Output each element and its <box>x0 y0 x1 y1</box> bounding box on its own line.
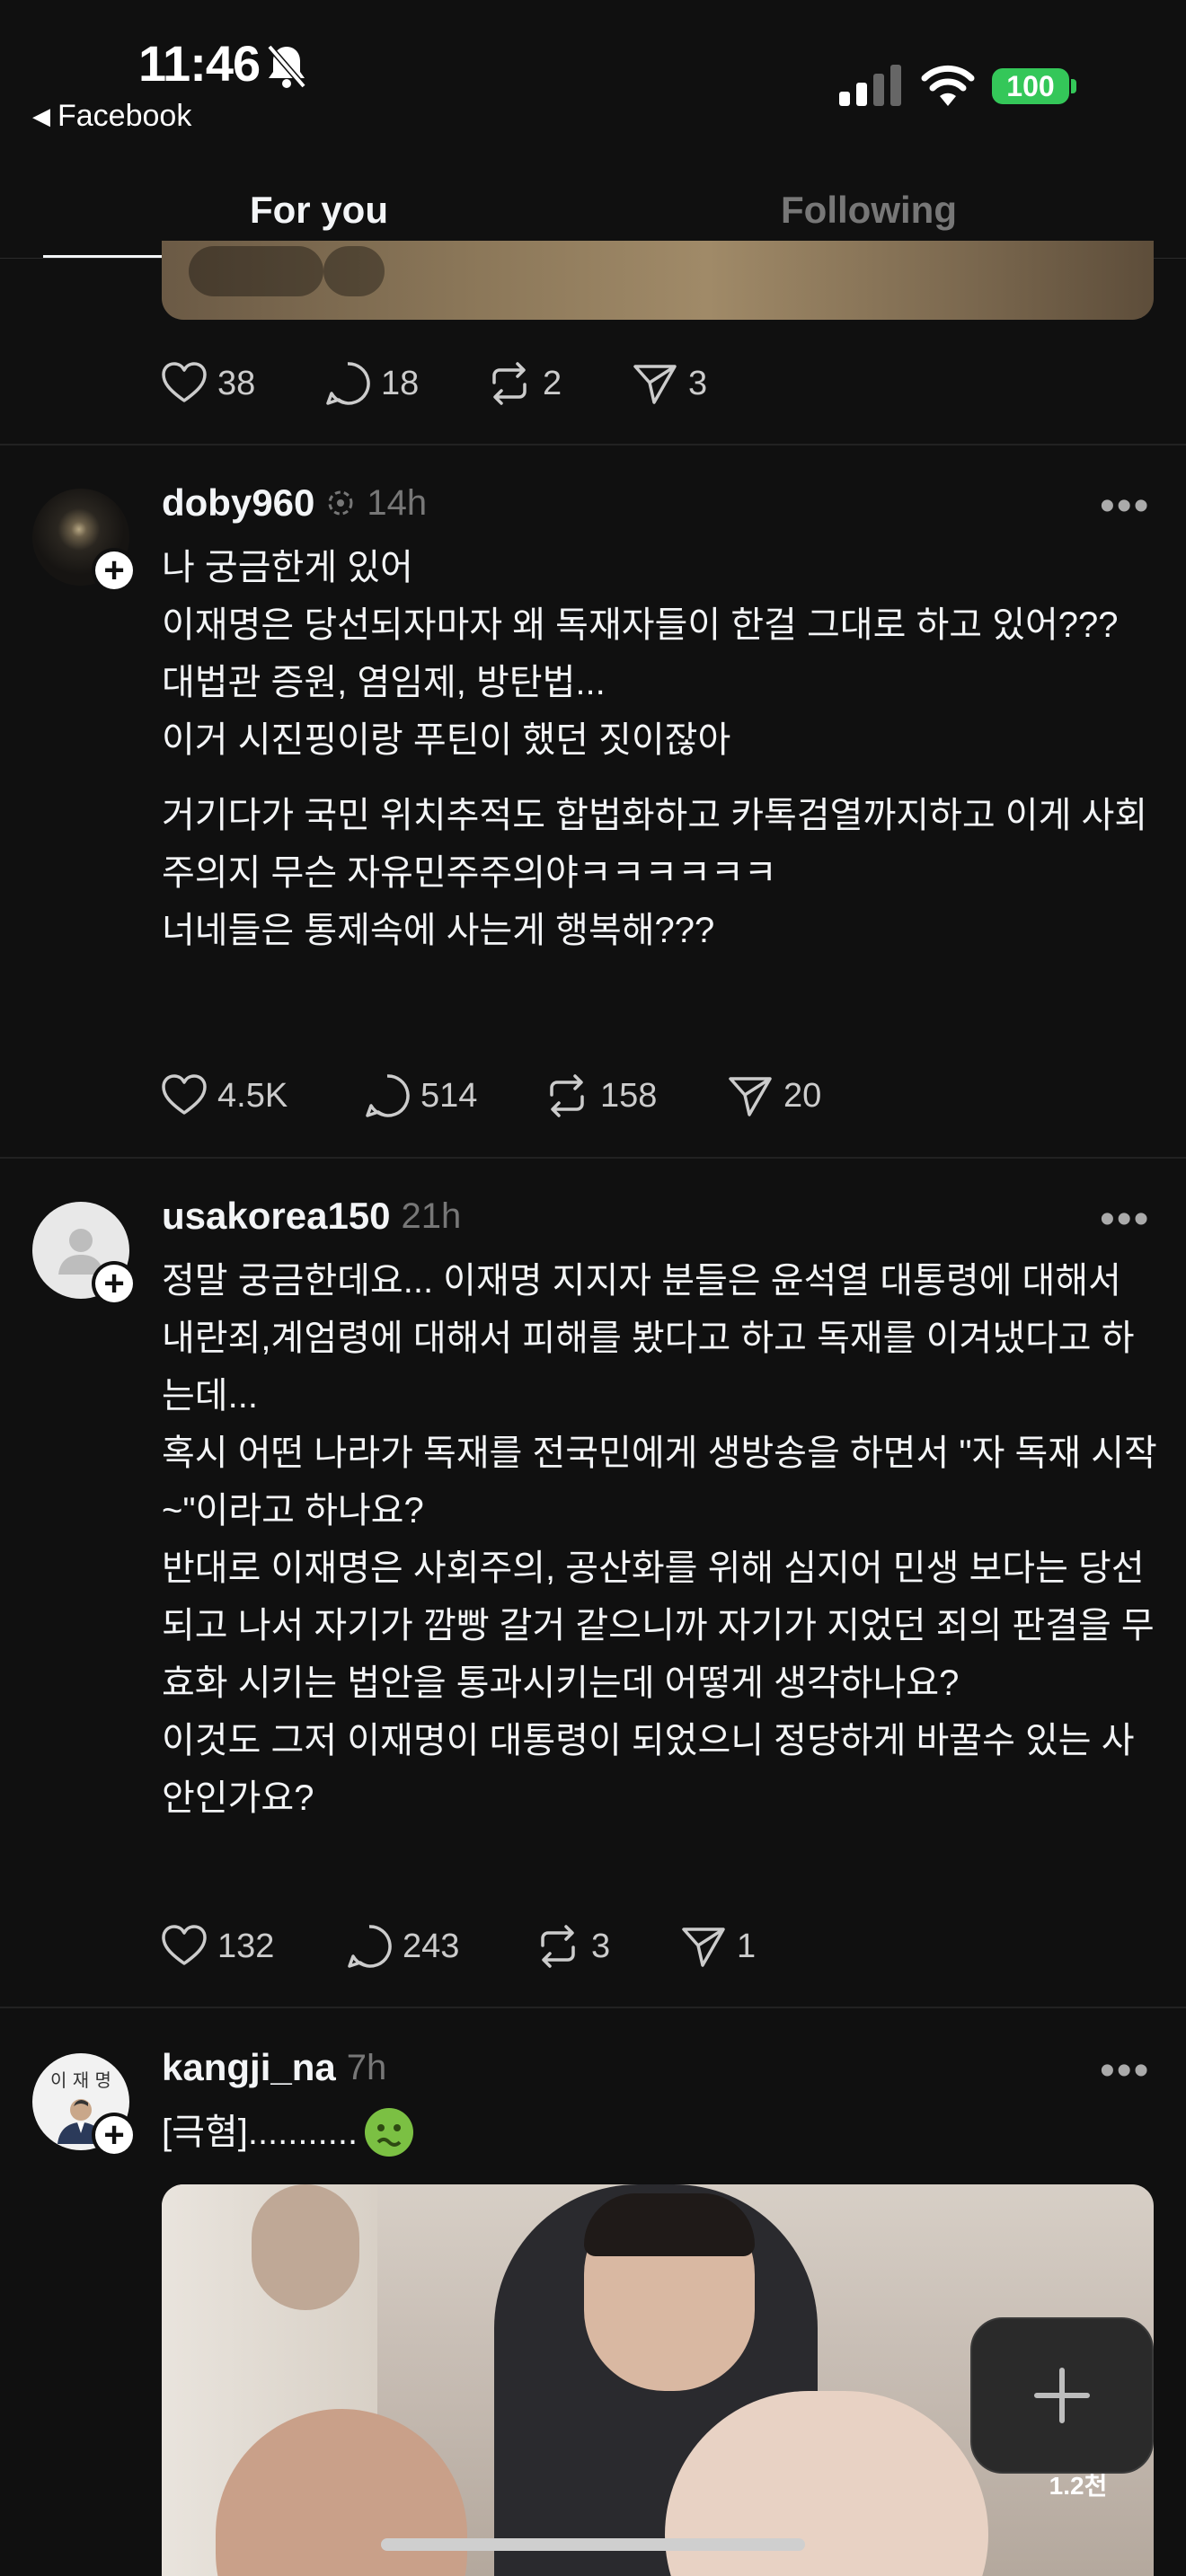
plus-icon <box>1034 2368 1090 2423</box>
plus-icon: + <box>95 2116 133 2154</box>
wifi-icon <box>921 65 975 106</box>
like-button[interactable]: 132 <box>160 1922 345 1971</box>
cellular-signal-icon <box>839 65 901 106</box>
repost-button[interactable]: 3 <box>534 1922 679 1971</box>
repost-icon <box>541 1925 575 1968</box>
send-icon <box>633 365 677 404</box>
post-line: 이것도 그저 이재명이 대통령이 되었으니 정당하게 바꿀수 있는 사안인가요? <box>162 1721 1135 1818</box>
tab-for-you[interactable]: For you <box>45 189 593 232</box>
more-options-button[interactable]: ••• <box>1100 2046 1150 2095</box>
post-divider <box>0 444 1186 446</box>
repost-icon <box>492 362 527 405</box>
comment-icon <box>348 1925 392 1968</box>
post-header: usakorea150 21h <box>162 1195 461 1238</box>
post-username[interactable]: kangji_na <box>162 2046 336 2089</box>
follow-button[interactable]: + <box>92 1261 137 1306</box>
post-text: 정말 궁금한데요... 이재명 지지자 분들은 윤석열 대통령에 대해서 내란죄… <box>162 1252 1159 1827</box>
post-line: 너네들은 통제속에 사는게 행복해??? <box>162 911 715 950</box>
post-line: 대법관 증원, 염임제, 방탄법... <box>162 663 606 702</box>
home-indicator <box>381 2538 805 2551</box>
post-header: kangji_na 7h <box>162 2046 386 2089</box>
follow-button[interactable]: + <box>92 548 137 593</box>
repost-count: 3 <box>591 1927 611 1965</box>
like-button[interactable]: 4.5K <box>160 1072 363 1120</box>
post-username[interactable]: doby960 <box>162 481 314 525</box>
repost-button[interactable]: 158 <box>543 1072 726 1120</box>
like-count: 132 <box>217 1927 275 1965</box>
post-time: 7h <box>346 2047 387 2087</box>
reply-button[interactable]: 514 <box>363 1072 543 1120</box>
send-icon <box>682 1928 725 1967</box>
reply-count: 18 <box>381 364 420 402</box>
post-username[interactable]: usakorea150 <box>162 1195 391 1238</box>
post-text: [극혐]........... 🤢 <box>162 2104 1159 2161</box>
comment-icon <box>326 362 370 405</box>
heart-icon <box>162 1074 207 1115</box>
share-button[interactable]: 3 <box>631 359 707 408</box>
post-header: doby960 14h <box>162 481 427 525</box>
reply-button[interactable]: 18 <box>323 359 485 408</box>
more-options-button[interactable]: ••• <box>1100 481 1150 531</box>
share-count: 1 <box>737 1927 757 1965</box>
post-line: 이거 시진핑이랑 푸틴이 했던 짓이잖아 <box>162 720 731 760</box>
post-time: 21h <box>401 1195 462 1236</box>
like-count: 38 <box>217 364 256 402</box>
repost-count: 158 <box>600 1076 658 1115</box>
post-time: 14h <box>367 482 428 523</box>
post-text: 나 궁금한게 있어 이재명은 당선되자마자 왜 독재자들이 한걸 그대로 하고 … <box>162 539 1159 959</box>
plus-icon: + <box>95 1265 133 1302</box>
reply-count: 243 <box>403 1927 460 1965</box>
new-post-button[interactable] <box>970 2317 1154 2474</box>
repost-count: 2 <box>543 364 562 402</box>
post-actions: 4.5K 514 158 20 <box>160 1072 821 1120</box>
like-count: 4.5K <box>217 1076 288 1115</box>
plus-icon: + <box>95 551 133 589</box>
comment-icon <box>366 1074 410 1117</box>
status-time: 11:46 <box>138 35 261 92</box>
battery-tip <box>1071 79 1076 93</box>
post-divider <box>0 2007 1186 2008</box>
share-count: 20 <box>783 1076 822 1115</box>
previous-post-media[interactable] <box>162 241 1154 320</box>
post-line: 거기다가 국민 위치추적도 합법화하고 카톡검열까지하고 이게 사회주의지 무슨… <box>162 796 1148 893</box>
back-arrow-icon: ◀ <box>32 102 50 129</box>
post-line: 혹시 어떤 나라가 독재를 전국민에게 생방송을 하면서 "자 독재 시작~"이… <box>162 1434 1157 1531</box>
previous-post-actions: 38 18 2 3 <box>160 359 707 408</box>
post-line: [극혐]........... <box>162 2113 358 2152</box>
tab-following[interactable]: Following <box>595 189 1143 232</box>
like-button[interactable]: 38 <box>160 359 323 408</box>
share-count: 3 <box>688 364 708 402</box>
avatar-text: 이 재 명 <box>50 2069 111 2091</box>
repost-button[interactable]: 2 <box>485 359 631 408</box>
media-chip <box>323 246 385 296</box>
media-chip <box>189 246 323 296</box>
post-line: 나 궁금한게 있어 <box>162 548 413 587</box>
follow-button[interactable]: + <box>92 2113 137 2157</box>
heart-icon <box>162 362 207 402</box>
bell-mute-icon <box>267 44 306 89</box>
heart-icon <box>162 1925 207 1965</box>
post-divider <box>0 1157 1186 1159</box>
post-actions: 132 243 3 1 <box>160 1922 756 1971</box>
reply-count: 514 <box>420 1076 478 1115</box>
back-app-label: Facebook <box>58 99 192 133</box>
post-line: 정말 궁금한데요... 이재명 지지자 분들은 윤석열 대통령에 대해서 내란죄… <box>162 1261 1135 1416</box>
post-line: 반대로 이재명은 사회주의, 공산화를 위해 심지어 민생 보다는 당선 되고 … <box>162 1548 1155 1703</box>
nauseated-face-icon: 🤢 <box>365 2108 414 2157</box>
threads-repost-icon <box>328 490 353 516</box>
post-line: 이재명은 당선되자마자 왜 독재자들이 한걸 그대로 하고 있어??? <box>162 605 1119 645</box>
share-button[interactable]: 1 <box>679 1922 756 1971</box>
send-icon <box>729 1077 772 1116</box>
more-options-button[interactable]: ••• <box>1100 1195 1150 1244</box>
reply-button[interactable]: 243 <box>345 1922 534 1971</box>
share-button[interactable]: 20 <box>726 1072 821 1120</box>
back-to-app-link[interactable]: ◀ Facebook <box>32 99 191 134</box>
battery-indicator: 100 <box>992 68 1069 104</box>
repost-icon <box>550 1074 584 1117</box>
